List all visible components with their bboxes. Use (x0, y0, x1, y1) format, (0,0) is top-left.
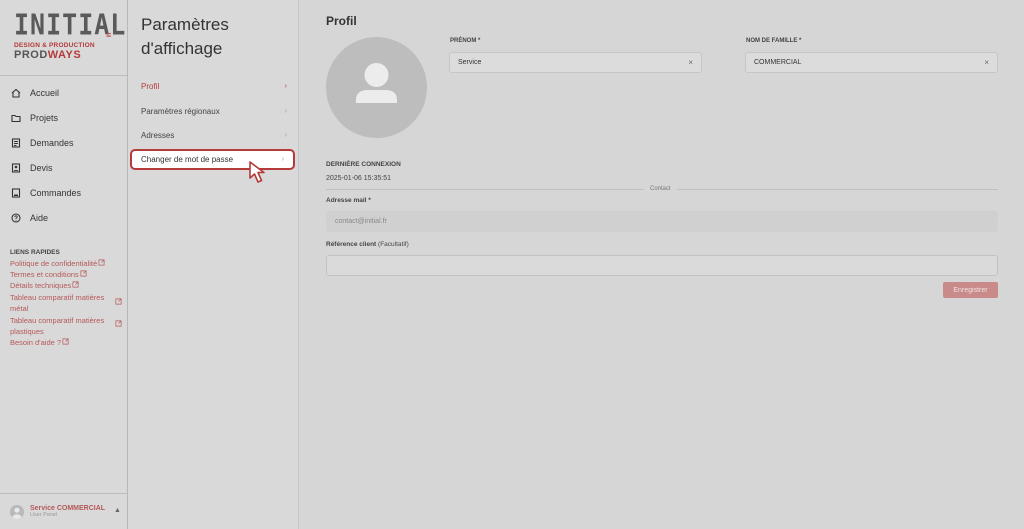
collapse-menu-icon[interactable]: ≡ (106, 30, 111, 40)
home-icon (11, 88, 21, 98)
request-icon (11, 137, 21, 148)
last-name-value: COMMERCIAL (754, 59, 802, 66)
last-connection-label: DERNIÈRE CONNEXION (326, 161, 401, 168)
chevron-right-icon: › (284, 82, 287, 90)
quote-icon (11, 162, 21, 173)
external-link-icon (98, 259, 105, 266)
sidebar-divider (0, 75, 127, 76)
settings-item-adresses[interactable]: Adresses › (141, 128, 287, 142)
order-icon (11, 187, 21, 198)
user-menu[interactable]: Service COMMERCIAL User Panel ▲ (0, 493, 127, 529)
quick-link-label: Tableau comparatif matières plastiques (10, 316, 105, 336)
sidebar-item-demandes[interactable]: Demandes (0, 130, 127, 155)
sidebar-item-label: Devis (30, 162, 53, 173)
quick-link-label: Détails techniques (10, 281, 72, 290)
sidebar-item-label: Aide (30, 212, 49, 223)
sidebar-item-projets[interactable]: Projets (0, 105, 127, 130)
last-name-field[interactable]: COMMERCIAL × (745, 52, 998, 73)
user-silhouette-icon (12, 507, 22, 519)
reference-label-text: Référence client (326, 241, 377, 248)
logo-sub-brand: PRODWAYS (14, 49, 96, 61)
profile-avatar[interactable] (326, 37, 427, 138)
sidebar-item-label: Accueil (30, 87, 60, 98)
user-role: User Panel (30, 512, 58, 518)
sidebar: INITIAL DESIGN & PRODUCTION PRODWAYS ≡ A… (0, 0, 128, 529)
settings-item-regional[interactable]: Paramètres régionaux › (141, 104, 287, 118)
reference-label: Référence client (Facultatif) (326, 241, 409, 248)
sidebar-item-accueil[interactable]: Accueil (0, 80, 127, 105)
last-name-label: NOM DE FAMILLE * (746, 38, 802, 44)
sidebar-item-label: Projets (30, 112, 59, 123)
email-value: contact@initial.fr (335, 218, 387, 225)
external-link-icon (80, 270, 87, 277)
quick-links: LIENS RAPIDES Politique de confidentiali… (10, 249, 122, 348)
initial-logo[interactable]: INITIAL DESIGN & PRODUCTION PRODWAYS (14, 8, 127, 66)
folder-icon (11, 114, 21, 122)
user-avatar (10, 504, 24, 519)
sidebar-item-aide[interactable]: Aide (0, 205, 127, 230)
quick-link-label: Besoin d'aide ? (10, 338, 62, 347)
chevron-right-icon: › (284, 131, 287, 139)
logo-tagline: DESIGN & PRODUCTION (14, 42, 95, 49)
caret-up-icon: ▲ (114, 507, 121, 514)
email-field[interactable]: contact@initial.fr (326, 211, 998, 232)
reference-field[interactable] (326, 255, 998, 276)
logo-brand: INITIAL (14, 8, 127, 42)
sidebar-nav: Accueil Projets Demandes Devis Commandes… (0, 80, 127, 230)
user-name: Service COMMERCIAL (30, 505, 106, 512)
quick-link-metal-table[interactable]: Tableau comparatif matières métal (10, 292, 122, 314)
settings-item-label: Changer de mot de passe (141, 155, 234, 164)
quick-link-plastic-table[interactable]: Tableau comparatif matières plastiques (10, 315, 122, 337)
settings-title: Paramètres d'affichage (141, 15, 229, 58)
clear-icon[interactable]: × (688, 58, 693, 67)
quick-link-help[interactable]: Besoin d'aide ? (10, 337, 122, 348)
quick-link-label: Termes et conditions (10, 270, 79, 279)
clear-icon[interactable]: × (984, 58, 989, 67)
email-label: Adresse mail * (326, 197, 371, 204)
profile-main: Profil PRÉNOM * Service × NOM DE FAMILLE… (299, 0, 1024, 529)
first-name-label: PRÉNOM * (450, 38, 481, 44)
quick-links-title: LIENS RAPIDES (10, 249, 60, 256)
reference-optional-text: (Facultatif) (378, 241, 409, 248)
logo-sub-brand-part1: PROD (14, 49, 48, 61)
sidebar-item-label: Commandes (30, 187, 82, 198)
quick-link-label: Tableau comparatif matières métal (10, 293, 105, 313)
first-name-field[interactable]: Service × (449, 52, 702, 73)
save-button[interactable]: Enregistrer (943, 282, 998, 298)
settings-item-label: Paramètres régionaux (141, 106, 220, 116)
sidebar-item-commandes[interactable]: Commandes (0, 180, 127, 205)
logo-sub-brand-part2: WAYS (47, 49, 82, 61)
user-silhouette-icon (356, 63, 397, 103)
quick-link-terms[interactable]: Termes et conditions (10, 269, 122, 280)
contact-divider-label: Contact (644, 186, 677, 192)
help-icon (11, 212, 21, 223)
settings-panel: Paramètres d'affichage Profil › Paramètr… (128, 0, 299, 529)
first-name-value: Service (458, 59, 482, 66)
quick-link-privacy[interactable]: Politique de confidentialité (10, 258, 122, 269)
pointer-cursor-icon (249, 161, 265, 183)
page-title: Profil (326, 14, 357, 28)
chevron-right-icon: › (281, 156, 284, 163)
quick-link-label: Politique de confidentialité (10, 259, 98, 268)
external-link-icon (115, 298, 122, 305)
last-connection-value: 2025-01-06 15:35:51 (326, 175, 391, 182)
chevron-right-icon: › (284, 107, 287, 115)
sidebar-item-label: Demandes (30, 137, 74, 148)
settings-item-label: Adresses (141, 130, 175, 140)
external-link-icon (115, 320, 122, 327)
external-link-icon (62, 338, 69, 345)
sidebar-item-devis[interactable]: Devis (0, 155, 127, 180)
external-link-icon (72, 281, 79, 288)
settings-item-profil[interactable]: Profil › (141, 79, 287, 93)
settings-item-label: Profil (141, 81, 160, 91)
quick-link-technical[interactable]: Détails techniques (10, 280, 122, 291)
